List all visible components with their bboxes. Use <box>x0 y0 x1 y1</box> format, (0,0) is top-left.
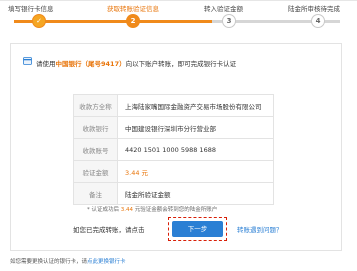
change-card-hint: 如您需要更换认证的银行卡，请点此更换银行卡 <box>10 257 126 265</box>
transfer-info-panel: 请使用中国银行（尾号9417）向以下账户转账，即可完成银行卡认证 收款方全称 上… <box>10 43 342 251</box>
note-amount: 3.44 <box>120 207 133 213</box>
step-4-label: 陆金所审核待完成 <box>288 5 340 13</box>
change-card-link[interactable]: 点此更换银行卡 <box>87 259 126 265</box>
step-1-check-icon: ✓ <box>32 14 46 28</box>
next-step-prompt: 如您已完成转账，请点击 <box>73 226 145 234</box>
progress-steps: 填写银行卡信息 获取转账验证信息 转入验证金额 陆金所审核待完成 ✓ 2 3 4 <box>0 1 357 37</box>
table-row: 收款账号 4420 1501 1000 5988 1688 <box>73 138 274 161</box>
payee-info-table: 收款方全称 上海陆家嘴国际金融资产交易市场股份有限公司 收款银行 中国建设银行深… <box>73 94 274 205</box>
next-button-highlight: 下一步 <box>168 217 227 241</box>
source-bank: 中国银行（尾号9417） <box>55 60 126 68</box>
payee-bank-value: 中国建设银行深圳市分行营业部 <box>117 116 274 139</box>
step-3-marker: 3 <box>222 14 236 28</box>
verify-amount-key: 验证金额 <box>73 160 118 183</box>
step-3-label: 转入验证金额 <box>204 5 243 13</box>
footer-prefix: 如您需要更换认证的银行卡，请 <box>10 259 88 265</box>
payee-account-value: 4420 1501 1000 5988 1688 <box>117 138 274 161</box>
payee-bank-key: 收款银行 <box>73 116 118 139</box>
payee-account-key: 收款账号 <box>73 138 118 161</box>
remark-value: 陆金所验证金额 <box>117 182 274 205</box>
refund-note: * 认证成功后 3.44 元验证金额会转到您的陆金所账户 <box>87 205 217 213</box>
remark-key: 备注 <box>73 182 118 205</box>
step-2-marker: 2 <box>126 14 140 28</box>
note-prefix: * 认证成功后 <box>87 207 119 213</box>
verify-amount-value: 3.44 元 <box>117 160 274 183</box>
instruction-suffix: 向以下账户转账，即可完成银行卡认证 <box>125 60 237 68</box>
note-suffix: 元验证金额会转到您的陆金所账户 <box>134 207 218 213</box>
instruction-prefix: 请使用 <box>36 60 56 68</box>
step-2-label: 获取转账验证信息 <box>107 5 159 13</box>
step-1-label: 填写银行卡信息 <box>8 5 54 13</box>
next-step-button[interactable]: 下一步 <box>172 221 223 237</box>
payee-name-key: 收款方全称 <box>73 94 118 117</box>
table-row: 收款方全称 上海陆家嘴国际金融资产交易市场股份有限公司 <box>73 94 274 117</box>
table-row: 备注 陆金所验证金额 <box>73 182 274 205</box>
table-row: 验证金额 3.44 元 <box>73 160 274 183</box>
transfer-problem-link[interactable]: 转账遇到问题？ <box>237 224 283 234</box>
payee-name-value: 上海陆家嘴国际金融资产交易市场股份有限公司 <box>117 94 274 117</box>
bank-card-icon <box>23 57 32 65</box>
bank-verification-page: 填写银行卡信息 获取转账验证信息 转入验证金额 陆金所审核待完成 ✓ 2 3 4… <box>0 0 357 271</box>
step-4-marker: 4 <box>311 14 325 28</box>
table-row: 收款银行 中国建设银行深圳市分行营业部 <box>73 116 274 139</box>
